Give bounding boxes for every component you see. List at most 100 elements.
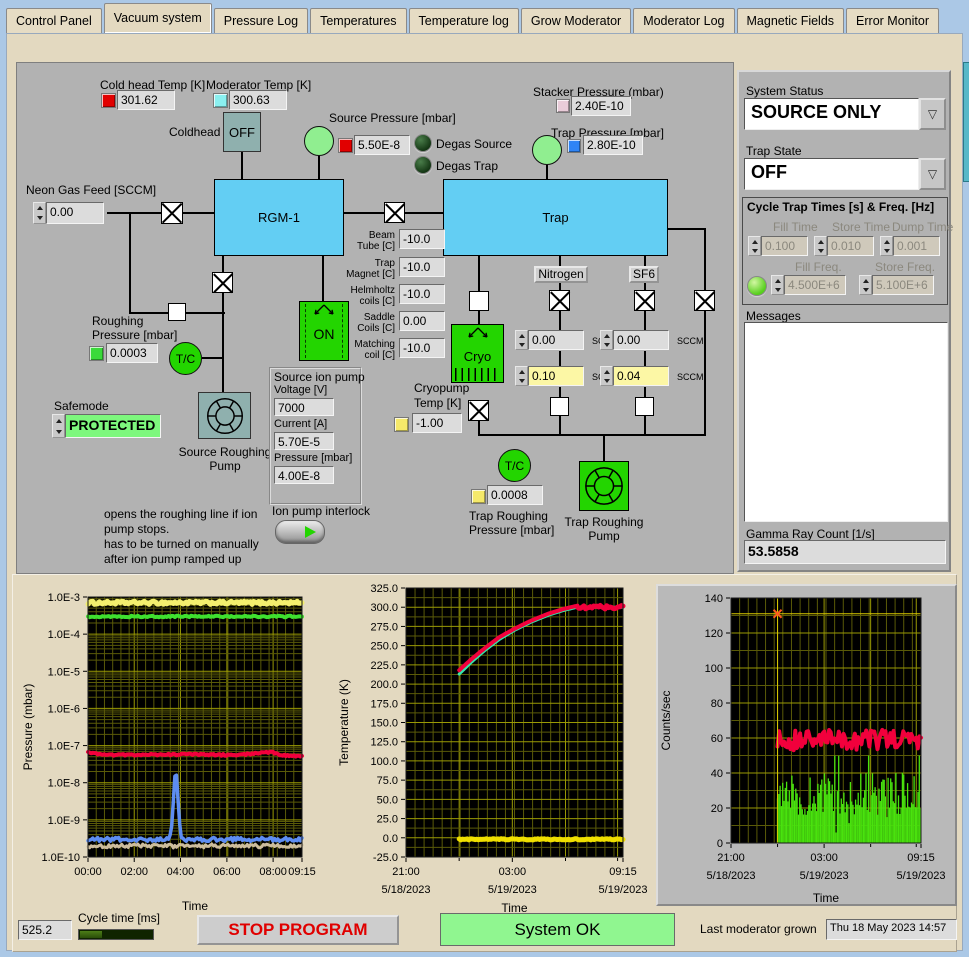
svg-text:Pressure (mbar): Pressure (mbar) [21, 684, 35, 771]
cryo-label: Cryo [463, 349, 492, 364]
store-freq-value[interactable]: 5.100E+6 [872, 275, 934, 295]
roughing-line-valve-icon[interactable] [168, 303, 186, 321]
neon-spinner[interactable] [33, 202, 46, 224]
store-freq-spinner[interactable] [859, 275, 872, 295]
chevron-down-icon[interactable]: ▽ [919, 98, 946, 130]
stacker-pressure-led [556, 99, 570, 113]
source-roughing-pump-icon[interactable] [198, 392, 251, 439]
cryo-top-valve-icon[interactable] [469, 291, 489, 311]
degas-trap-led[interactable] [414, 156, 432, 174]
source-roughing-valve-icon[interactable] [212, 272, 233, 293]
degas-source-led[interactable] [414, 134, 432, 152]
tab-magnetic-fields[interactable]: Magnetic Fields [736, 8, 845, 33]
last-moderator-label: Last moderator grown [700, 922, 817, 936]
tab-vacuum-system[interactable]: Vacuum system [103, 3, 212, 33]
store-time-spinner[interactable] [814, 236, 827, 256]
fill-time-input[interactable]: 0.100 [748, 236, 808, 256]
fill-freq-spinner[interactable] [771, 275, 784, 295]
svg-text:75.0: 75.0 [377, 775, 398, 787]
stop-program-button[interactable]: STOP PROGRAM [197, 915, 399, 945]
safemode-spinner[interactable] [52, 414, 65, 438]
dump-time-input[interactable]: 0.001 [880, 236, 940, 256]
sf6-valve-icon[interactable] [634, 290, 655, 311]
rgm-trap-gate-valve-icon[interactable] [384, 202, 405, 223]
coldhead-label: Coldhead [169, 125, 221, 139]
tab-temperature-log[interactable]: Temperature log [408, 8, 519, 33]
svg-text:50.0: 50.0 [377, 794, 398, 806]
neon-inlet-valve-icon[interactable] [161, 202, 183, 224]
trap-roughing-pump-icon[interactable] [579, 461, 629, 511]
dump-time-spinner[interactable] [880, 236, 893, 256]
nitrogen-flow-set[interactable]: 0.10 [528, 366, 584, 386]
trap-state-label: Trap State [746, 144, 802, 158]
tab-temperatures[interactable]: Temperatures [310, 8, 407, 33]
fill-freq-label: Fill Freq. [795, 260, 842, 274]
degas-trap-label: Degas Trap [436, 159, 499, 173]
nitrogen-button[interactable]: Nitrogen [534, 266, 588, 283]
sf6-lower-valve-icon[interactable] [635, 397, 654, 416]
trap-pressure-led [567, 139, 581, 153]
sf6-flow-set[interactable]: 0.04 [613, 366, 669, 386]
safemode-value[interactable]: PROTECTED [65, 414, 161, 438]
store-time-value[interactable]: 0.010 [827, 236, 874, 256]
trap-pressure-gauge-icon [532, 135, 562, 165]
svg-text:80: 80 [711, 698, 723, 710]
nitrogen-valve-icon[interactable] [549, 290, 570, 311]
pipe-line [129, 213, 131, 314]
svg-text:Time: Time [813, 891, 840, 905]
svg-text:20: 20 [711, 803, 723, 815]
dump-time-value[interactable]: 0.001 [893, 236, 940, 256]
pipe-line [405, 212, 444, 214]
svg-text:Counts/sec: Counts/sec [659, 690, 673, 750]
trap-state-dropdown[interactable]: OFF ▽ [744, 158, 946, 190]
cryopump-temp-led [394, 417, 409, 432]
sf6-flow-spinner[interactable] [600, 330, 613, 350]
cryopump-icon[interactable]: Cryo [451, 324, 504, 383]
counts-chart[interactable]: 140 120 100 80 60 40 20 0 21:00 5/18/2023 03:00 5/1… [658, 590, 956, 911]
roughing-pressure-led [89, 346, 104, 361]
nitrogen-flow-setpoint[interactable]: 0.10 [515, 366, 584, 386]
vacuum-schematic-panel: Cold head Temp [K] Moderator Temp [K] 30… [16, 62, 734, 574]
neon-value[interactable]: 0.00 [46, 202, 104, 224]
window-edge-fragment [963, 62, 969, 182]
svg-text:250.0: 250.0 [370, 641, 398, 653]
store-time-input[interactable]: 0.010 [814, 236, 874, 256]
fill-freq-input[interactable]: 4.500E+6 [771, 275, 846, 295]
trap-roughing-line-valve-icon[interactable] [694, 290, 715, 311]
fill-freq-value[interactable]: 4.500E+6 [784, 275, 846, 295]
source-pressure-value: 5.50E-8 [354, 135, 410, 155]
nitrogen-set-spinner[interactable] [515, 366, 528, 386]
tab-pressure-log[interactable]: Pressure Log [213, 8, 309, 33]
chevron-down-icon[interactable]: ▽ [919, 158, 946, 190]
nitrogen-lower-valve-icon[interactable] [550, 397, 569, 416]
cryo-bottom-valve-icon[interactable] [468, 400, 489, 421]
sf6-flow-setpoint[interactable]: 0.04 [600, 366, 669, 386]
tab-control-panel[interactable]: Control Panel [6, 8, 102, 33]
pressure-chart[interactable]: 1.0E-3 1.0E-4 1.0E-5 1.0E-6 1.0E-7 1.0E-8 1.0E… [20, 578, 332, 919]
fill-time-value[interactable]: 0.100 [761, 236, 808, 256]
tab-moderator-log[interactable]: Moderator Log [633, 8, 735, 33]
fill-time-spinner[interactable] [748, 236, 761, 256]
ion-pump-interlock-switch[interactable] [275, 520, 325, 544]
source-tc-gauge[interactable]: T/C [169, 342, 202, 375]
trap-tc-gauge[interactable]: T/C [498, 449, 531, 482]
nitrogen-flow-spinner[interactable] [515, 330, 528, 350]
stacker-pressure-value: 2.40E-10 [571, 96, 631, 116]
store-freq-input[interactable]: 5.100E+6 [859, 275, 934, 295]
system-status-dropdown[interactable]: SOURCE ONLY ▽ [744, 98, 946, 130]
system-status-value[interactable]: SOURCE ONLY [744, 98, 919, 130]
tab-error-monitor[interactable]: Error Monitor [846, 8, 939, 33]
trap-state-value[interactable]: OFF [744, 158, 919, 190]
coldhead-toggle-button[interactable]: OFF [223, 112, 261, 152]
svg-text:120: 120 [705, 628, 723, 640]
messages-box[interactable] [744, 322, 948, 522]
sf6-set-spinner[interactable] [600, 366, 613, 386]
sf6-button[interactable]: SF6 [629, 266, 659, 283]
neon-gas-feed-input[interactable]: 0.00 [33, 202, 104, 224]
source-ion-pump-icon[interactable]: ON [299, 301, 349, 361]
tab-grow-moderator[interactable]: Grow Moderator [520, 8, 632, 33]
safemode-control[interactable]: PROTECTED [52, 414, 161, 438]
pipe-line [559, 311, 561, 331]
temperature-chart[interactable]: 325.0 300.0 275.0 250.0 225.0 200.0 175.0 150.0… [336, 574, 652, 921]
svg-text:5/19/2023: 5/19/2023 [897, 870, 946, 882]
